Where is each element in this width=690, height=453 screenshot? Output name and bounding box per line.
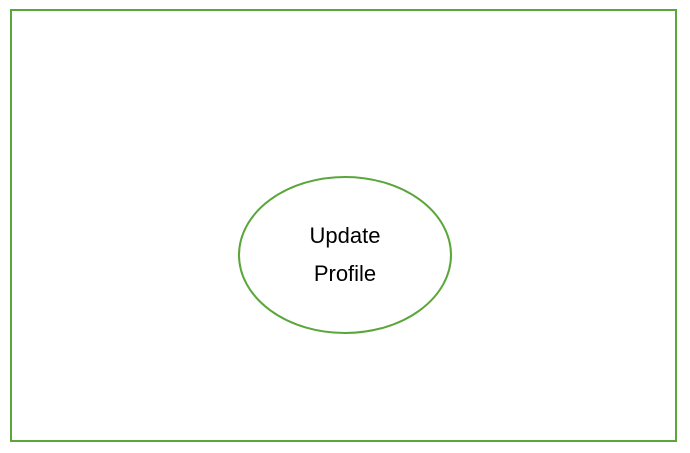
use-case-label-line-2: Profile <box>313 261 377 286</box>
use-case-label-line-1: Update <box>309 223 381 248</box>
use-case-label: Update Profile <box>238 176 452 334</box>
